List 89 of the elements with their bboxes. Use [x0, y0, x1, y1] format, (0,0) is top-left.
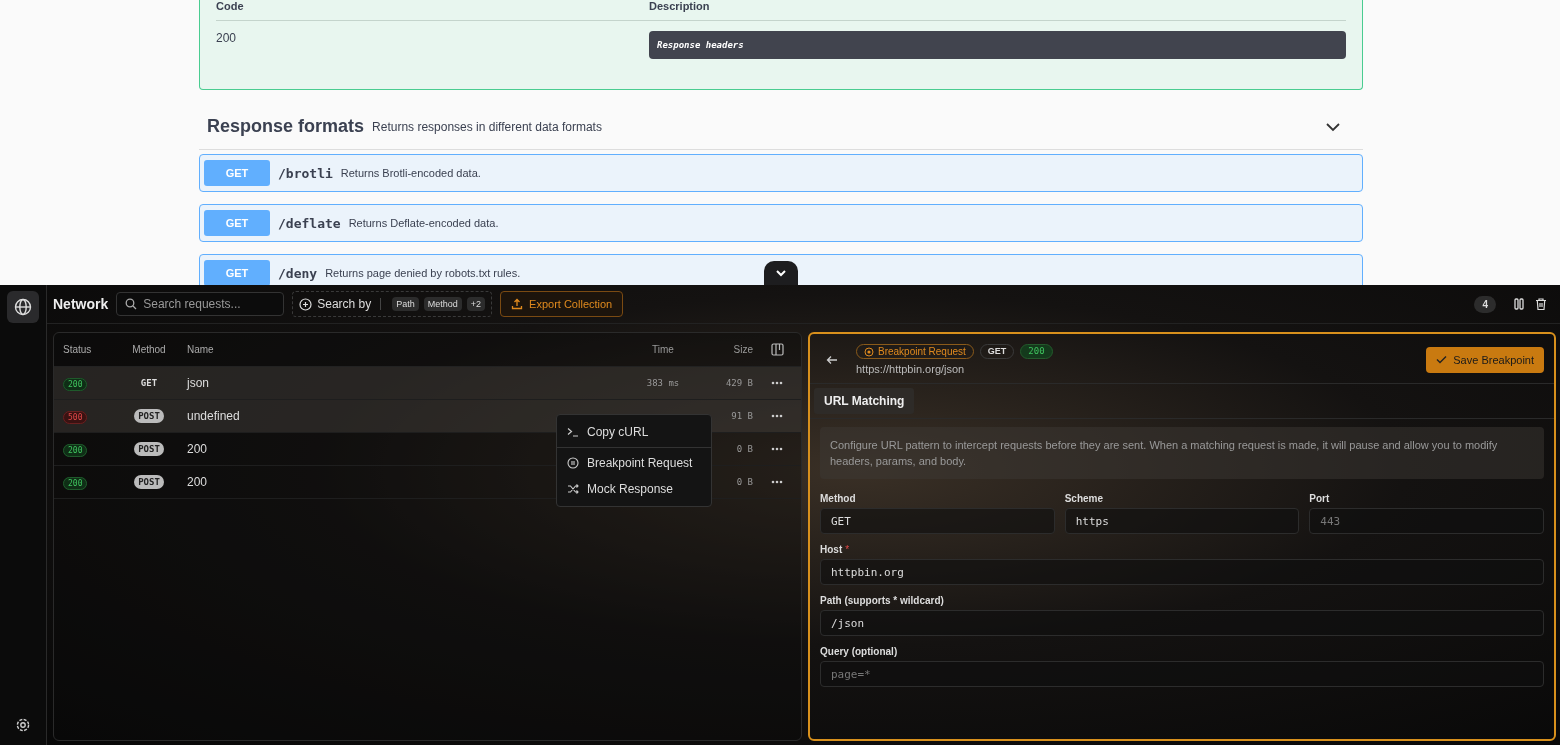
more-icon[interactable]: [771, 447, 783, 451]
operation-path: /brotli: [278, 165, 333, 181]
operation-path: /deny: [278, 265, 318, 281]
chevron-icon: [775, 267, 787, 279]
back-arrow-icon[interactable]: [826, 353, 838, 366]
method-badge: GET: [204, 260, 270, 285]
input-field[interactable]: GET: [820, 508, 1055, 534]
target-icon: [864, 346, 874, 357]
operation-row[interactable]: GET /brotli Returns Brotli-encoded data.: [199, 154, 1363, 192]
shuffle-icon: [567, 483, 579, 495]
method-badge: GET: [204, 160, 270, 186]
more-icon[interactable]: [771, 414, 783, 418]
operation-summary: Returns page denied by robots.txt rules.: [325, 267, 521, 279]
operation-summary: Returns Deflate-encoded data.: [348, 217, 499, 229]
filter-chip[interactable]: Path: [392, 297, 419, 311]
request-url: https://httpbin.org/json: [856, 363, 966, 375]
status-badge: 500: [63, 411, 88, 424]
terminal-icon: [567, 426, 579, 438]
search-by-group[interactable]: Search by Path Method +2: [292, 291, 493, 317]
filter-chip[interactable]: +2: [466, 297, 486, 311]
upload-icon: [511, 298, 524, 310]
globe-icon: [14, 298, 32, 316]
save-breakpoint-button[interactable]: Save Breakpoint: [1426, 346, 1544, 373]
columns-icon[interactable]: [770, 343, 784, 356]
table-cell: 0 B: [736, 477, 753, 487]
table-cell-text: 200: [216, 31, 238, 45]
request-name: json: [187, 376, 209, 390]
pause-icon[interactable]: [1512, 297, 1526, 311]
status-badge: 200: [63, 444, 88, 457]
column-header: Code: [216, 0, 245, 12]
panel-title: Network: [53, 296, 109, 312]
field-label: Host: [820, 544, 843, 555]
input-field[interactable]: httpbin.org: [820, 559, 1544, 585]
settings-icon[interactable]: [15, 717, 31, 733]
method-badge: POST: [134, 442, 164, 456]
check-icon: [1436, 354, 1448, 365]
method-badge: GET: [204, 210, 270, 236]
method-label: GET: [139, 377, 159, 390]
collapse-button[interactable]: [764, 261, 798, 285]
globe-button[interactable]: [7, 291, 39, 323]
field-label: Method: [820, 493, 857, 504]
column-header: Description: [649, 0, 711, 12]
operation-row[interactable]: GET /deny Returns page denied by robots.txt rules.: [199, 254, 1363, 285]
required-mark: *: [845, 544, 850, 555]
status-badge: 200: [63, 378, 88, 391]
operation-path: /deflate: [278, 215, 341, 231]
request-name: 200: [187, 475, 208, 489]
export-button[interactable]: Export Collection: [500, 291, 624, 317]
filter-chip[interactable]: Method: [423, 297, 462, 311]
more-icon[interactable]: [771, 381, 783, 385]
field-label: Scheme: [1064, 493, 1104, 504]
input-field[interactable]: /json: [820, 610, 1544, 636]
column-header: Status: [62, 344, 93, 355]
table-cell: 0 B: [736, 444, 753, 454]
field-label: Query (optional): [820, 646, 898, 657]
input-field[interactable]: page=*: [820, 661, 1544, 687]
menu-item[interactable]: Mock Response: [557, 476, 711, 502]
status-badge: 200: [63, 477, 88, 490]
input-field[interactable]: 443: [1309, 508, 1544, 534]
search-by-label: Search by: [317, 297, 372, 311]
column-header: Time: [651, 344, 675, 355]
field-label: Port: [1309, 493, 1331, 504]
field-label: Path (supports * wildcard): [820, 595, 944, 606]
method-badge: POST: [134, 409, 164, 423]
input-field[interactable]: https: [1064, 508, 1300, 534]
pause-circle-icon: [567, 457, 579, 469]
request-name: undefined: [187, 409, 240, 423]
info-message: Configure URL pattern to intercept requests before they are sent. When a matching request is made, it will pause and allow you to modify headers, params, and body.: [820, 427, 1544, 479]
table-cell: 91 B: [731, 411, 753, 421]
request-count: 4: [1474, 295, 1496, 313]
status-tag: 200: [1020, 344, 1053, 359]
column-header: Method: [131, 344, 167, 355]
operation-summary: Returns Brotli-encoded data.: [340, 167, 481, 179]
method-badge: POST: [134, 475, 164, 489]
plus-circle-icon: [299, 297, 313, 311]
search-field[interactable]: Search requests...: [116, 292, 285, 316]
trash-icon[interactable]: [1534, 297, 1548, 311]
operation-row[interactable]: GET /deflate Returns Deflate-encoded data.: [199, 204, 1363, 242]
table-cell: 429 B: [725, 378, 753, 388]
table-cell: 383 ms: [646, 378, 680, 388]
tab[interactable]: URL Matching: [814, 388, 915, 414]
section-description: Returns responses in different data formats: [372, 119, 602, 134]
more-icon[interactable]: [771, 480, 783, 484]
request-name: 200: [187, 442, 208, 456]
column-header: Size: [732, 344, 753, 355]
column-header: Name: [186, 344, 215, 355]
section-title: Response formats: [207, 116, 365, 137]
request-row[interactable]: 200 GET json 383 ms 429 B: [54, 367, 801, 400]
code-block: Response headers: [649, 31, 1346, 59]
